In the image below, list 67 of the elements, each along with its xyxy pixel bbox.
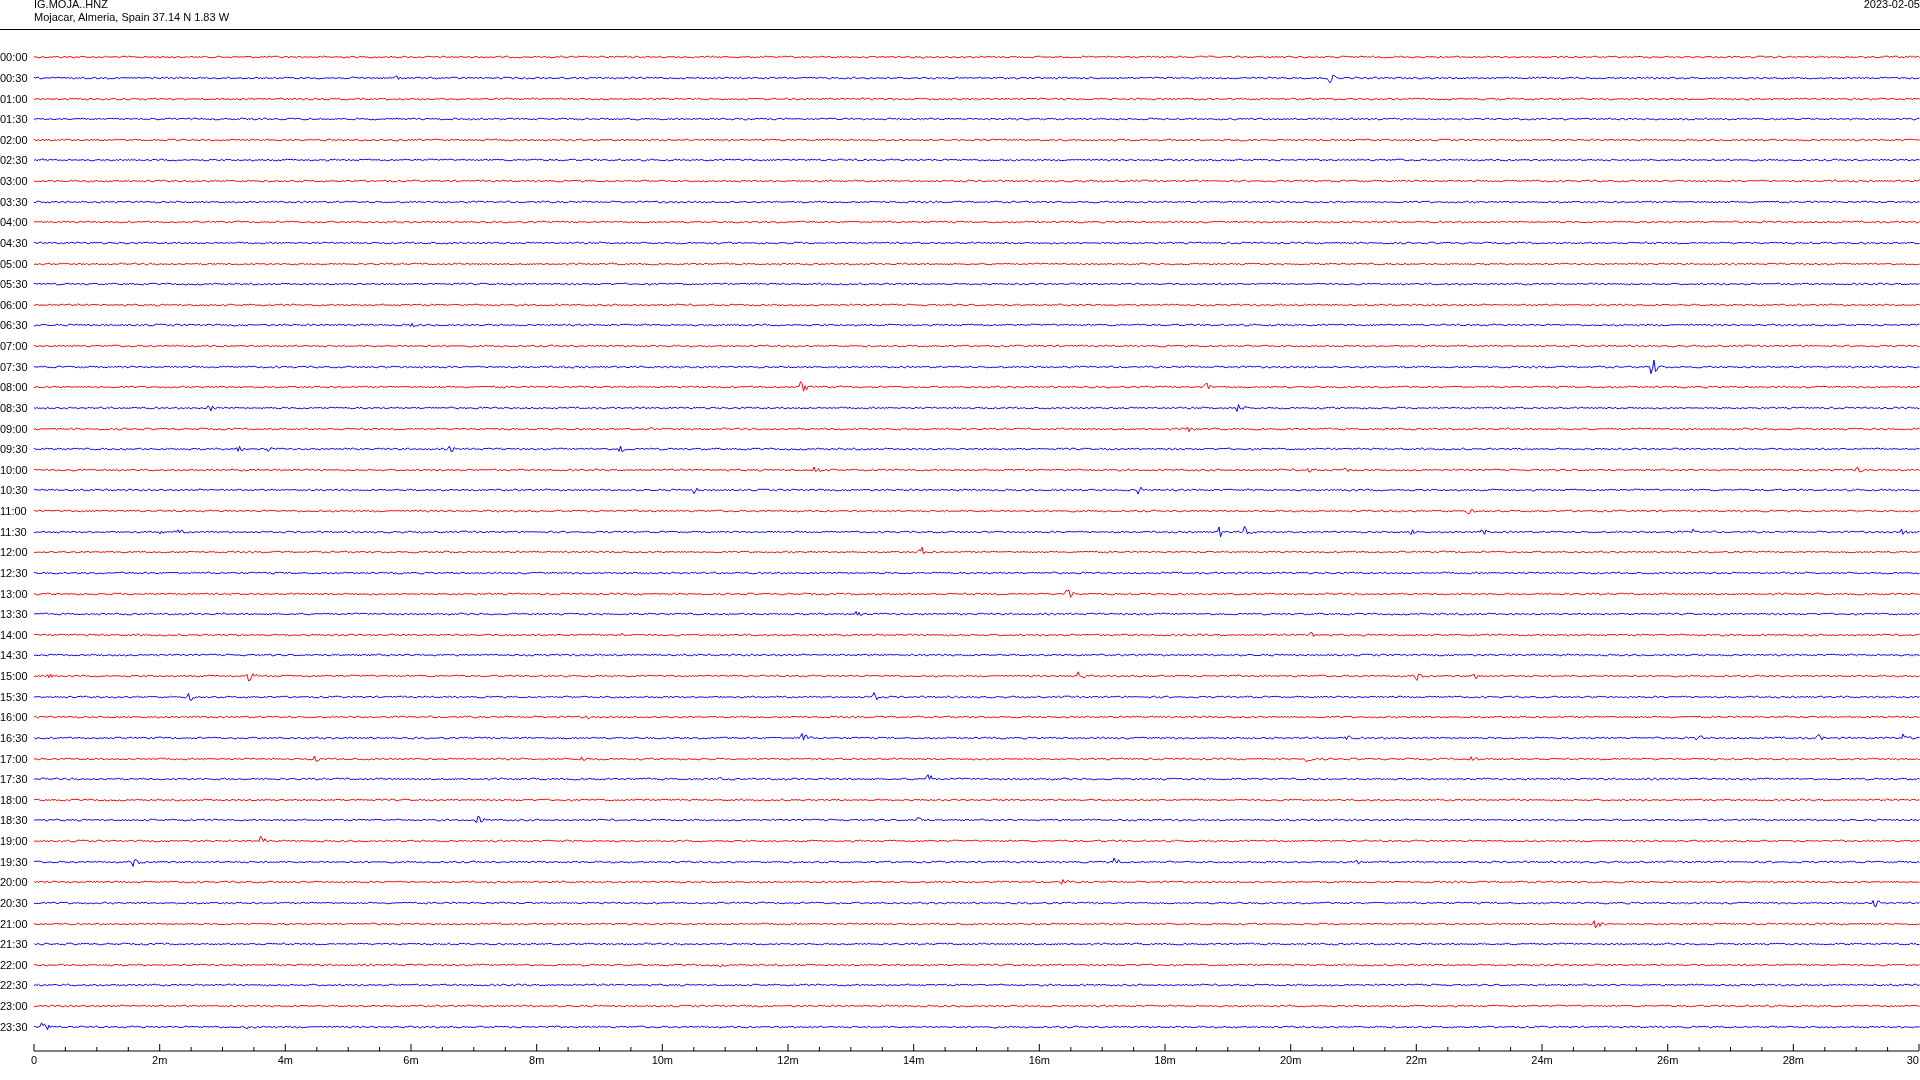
axis-label: 28m [1782, 1054, 1805, 1066]
location-subtitle: Mojacar, Almeria, Spain 37.14 N 1.83 W [34, 11, 230, 24]
axis-label: 22m [1405, 1054, 1428, 1066]
trace-time-label: 08:30 [0, 401, 29, 414]
trace-time-label: 10:30 [0, 484, 29, 497]
trace-time-label: 22:00 [0, 958, 29, 971]
axis-label: 14m [902, 1054, 925, 1066]
trace-time-label: 13:00 [0, 587, 29, 600]
axis-label: 18m [1154, 1054, 1176, 1066]
trace-time-label: 02:30 [0, 154, 29, 167]
trace-time-label: 05:00 [0, 257, 29, 270]
axis-label: 0 [30, 1054, 38, 1066]
trace-time-label: 04:00 [0, 216, 29, 229]
trace-time-label: 09:00 [0, 422, 29, 435]
trace-time-label: 01:00 [0, 92, 29, 105]
axis-label: 16m [1028, 1054, 1051, 1066]
axis-label: 12m [777, 1054, 799, 1066]
trace-time-label: 00:00 [0, 51, 29, 64]
trace-time-label: 07:30 [0, 360, 29, 373]
trace-time-label: 23:00 [0, 1000, 29, 1013]
trace-time-label: 20:00 [0, 876, 29, 889]
trace-time-label: 09:30 [0, 443, 29, 456]
trace-time-label: 06:30 [0, 319, 29, 332]
axis-label: 24m [1531, 1054, 1553, 1066]
trace-time-label: 02:00 [0, 133, 29, 146]
trace-time-label: 19:30 [0, 855, 29, 868]
trace-time-label: 21:00 [0, 917, 29, 930]
axis-label: 10m [651, 1054, 674, 1066]
trace-time-label: 00:30 [0, 71, 29, 84]
axis-label: 26m [1656, 1054, 1679, 1066]
axis-label: 4m [277, 1054, 293, 1066]
trace-time-label: 14:00 [0, 628, 29, 641]
trace-time-label: 22:30 [0, 979, 29, 992]
trace-time-label: 18:30 [0, 814, 29, 827]
trace-time-label: 21:30 [0, 938, 29, 951]
axis-label: 2m [152, 1054, 168, 1066]
axis-label: 6m [403, 1054, 419, 1066]
trace-time-label: 04:30 [0, 236, 29, 249]
trace-time-label: 11:30 [0, 525, 28, 538]
trace-time-label: 03:30 [0, 195, 29, 208]
axis-label: 20m [1279, 1054, 1302, 1066]
trace-time-label: 06:00 [0, 298, 29, 311]
trace-time-label: 13:30 [0, 608, 29, 621]
trace-time-label: 05:30 [0, 278, 29, 291]
trace-time-label: 03:00 [0, 175, 29, 188]
trace-time-label: 08:00 [0, 381, 29, 394]
trace-time-label: 18:00 [0, 793, 29, 806]
trace-time-label: 14:30 [0, 649, 29, 662]
trace-time-label: 01:30 [0, 113, 29, 126]
trace-time-label: 15:00 [0, 670, 29, 683]
trace-time-label: 16:00 [0, 711, 29, 724]
axis-label: 30 [1906, 1054, 1919, 1066]
trace-time-label: 12:00 [0, 546, 29, 559]
trace-time-label: 23:30 [0, 1020, 29, 1033]
trace-time-label: 17:30 [0, 773, 29, 786]
trace-time-label: 10:00 [0, 463, 29, 476]
station-title: IG.MOJA..HNZ [34, 0, 109, 11]
trace-time-label: 20:30 [0, 896, 29, 909]
axis-label: 8m [529, 1054, 545, 1066]
trace-time-label: 11:00 [0, 505, 28, 518]
trace-time-label: 16:30 [0, 731, 29, 744]
trace-time-label: 19:00 [0, 835, 29, 848]
trace-time-label: 07:00 [0, 340, 29, 353]
trace-time-label: 15:30 [0, 690, 29, 703]
date-label: 2023-02-05 [1863, 0, 1920, 11]
trace-time-label: 12:30 [0, 566, 29, 579]
trace-time-label: 17:00 [0, 752, 29, 765]
